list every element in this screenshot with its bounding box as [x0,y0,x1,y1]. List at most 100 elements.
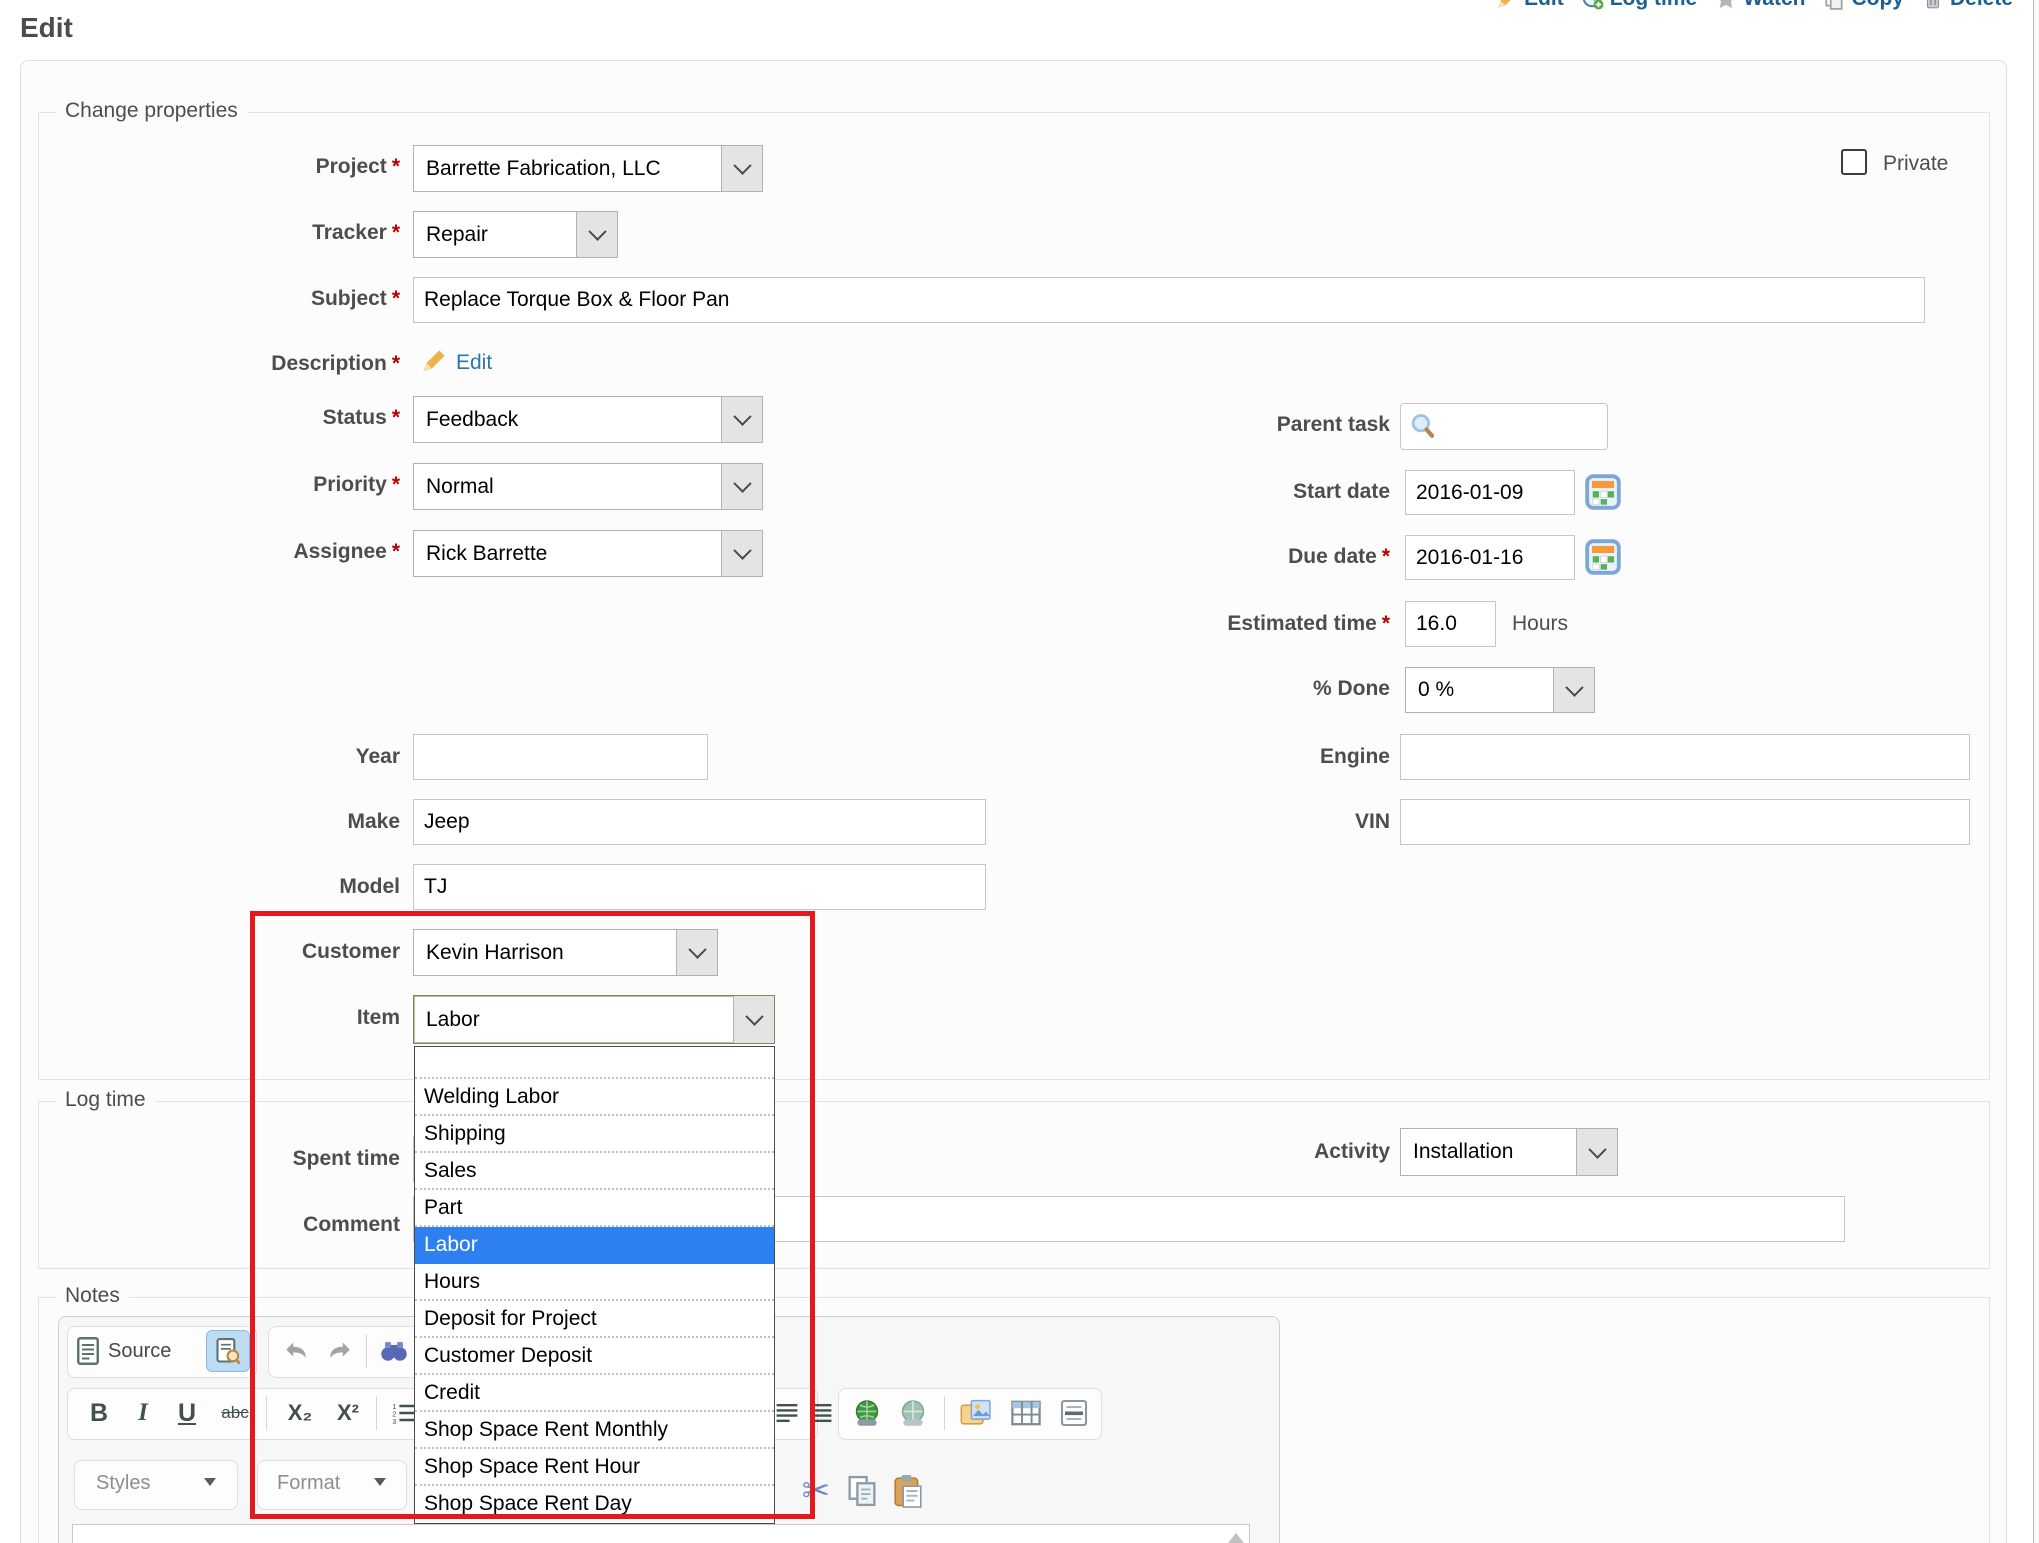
assignee-label: Assignee* [60,540,400,564]
tracker-select-value: Repair [414,212,576,257]
dropdown-option[interactable]: Shop Space Rent Monthly [415,1412,774,1449]
description-edit-link[interactable]: Edit [456,351,492,375]
justify-button[interactable] [804,1394,838,1432]
dropdown-option[interactable]: Part [415,1190,774,1227]
notes-textarea[interactable] [72,1524,1250,1543]
toolbar-separator [366,1334,367,1368]
dropdown-option[interactable]: Shop Space Rent Day [415,1486,774,1521]
source-button-label: Source [108,1340,171,1363]
status-select-value: Feedback [414,397,721,442]
item-dropdown-list: Welding Labor Shipping Sales Part Labor … [414,1046,775,1524]
status-label: Status* [60,406,400,430]
item-select[interactable]: Labor [413,995,775,1044]
priority-label: Priority* [60,473,400,497]
subject-input[interactable] [413,277,1925,323]
dropdown-option[interactable]: Credit [415,1375,774,1412]
year-input[interactable] [413,734,708,780]
source-button[interactable]: Source [76,1332,196,1370]
notes-legend: Notes [56,1284,129,1308]
dropdown-option[interactable]: Shipping [415,1116,774,1153]
make-input[interactable] [413,799,986,845]
paste-button[interactable] [888,1470,928,1512]
copy-icon [1823,0,1845,10]
dropdown-option[interactable] [415,1047,774,1079]
edit-action[interactable]: Edit [1496,0,1564,11]
redo-icon [326,1339,354,1363]
align-lines-icon [808,1400,834,1426]
chevron-down-icon [204,1478,216,1486]
find-button[interactable] [376,1334,412,1368]
chevron-down-icon [721,146,762,191]
log-time-action-label: Log time [1610,0,1698,11]
assignee-select-value: Rick Barrette [414,531,721,576]
copy-action-label: Copy [1851,0,1904,11]
strikethrough-button[interactable]: abc [212,1394,258,1432]
parent-task-label: Parent task [1000,413,1390,437]
private-checkbox[interactable] [1841,149,1867,175]
dropdown-option[interactable]: Welding Labor [415,1079,774,1116]
dropdown-option[interactable]: Shop Space Rent Hour [415,1449,774,1486]
page-scrollbar[interactable] [2033,0,2039,1543]
star-icon [1715,0,1737,10]
watch-action[interactable]: Watch [1715,0,1805,11]
percent-done-select[interactable]: 0 % [1405,667,1595,713]
horizontal-rule-button[interactable] [1052,1394,1096,1432]
link-button[interactable] [846,1394,888,1432]
project-select[interactable]: Barrette Fabrication, LLC [413,145,763,192]
blockquote-button[interactable] [770,1394,804,1432]
superscript-button[interactable]: X² [326,1394,370,1432]
table-button[interactable] [1004,1394,1048,1432]
italic-icon: I [138,1399,148,1427]
activity-select[interactable]: Installation [1400,1128,1618,1176]
change-properties-fieldset [38,112,1990,1080]
redo-button[interactable] [322,1334,358,1368]
image-button[interactable] [954,1394,998,1432]
model-input[interactable] [413,864,986,910]
copy-icon [846,1474,878,1508]
estimated-time-label: Estimated time* [1000,612,1390,636]
assignee-select[interactable]: Rick Barrette [413,530,763,577]
unlink-button[interactable] [892,1394,934,1432]
calendar-icon[interactable] [1584,473,1622,511]
customer-select[interactable]: Kevin Harrison [413,929,718,976]
due-date-input[interactable] [1405,535,1575,580]
bold-button[interactable]: B [80,1394,118,1432]
strikethrough-icon: abc [221,1403,248,1423]
description-label: Description* [60,352,400,376]
subject-label: Subject* [60,287,400,311]
preview-button[interactable] [206,1330,250,1372]
page-title: Edit [20,12,73,44]
percent-done-select-value: 0 % [1406,668,1553,712]
underline-button[interactable]: U [168,1394,206,1432]
dropdown-option-selected[interactable]: Labor [415,1227,774,1264]
scrollbar-up-icon[interactable] [1228,1533,1244,1543]
estimated-time-input[interactable] [1405,601,1496,647]
priority-select[interactable]: Normal [413,463,763,510]
copy-button[interactable] [842,1470,882,1512]
dropdown-option[interactable]: Hours [415,1264,774,1301]
item-label: Item [60,1006,400,1030]
vin-input[interactable] [1400,799,1970,845]
delete-action[interactable]: Delete [1922,0,2013,11]
status-select[interactable]: Feedback [413,396,763,443]
cut-button[interactable]: ✂ [796,1470,836,1512]
customer-label: Customer [60,940,400,964]
dropdown-option[interactable]: Deposit for Project [415,1301,774,1338]
trash-icon [1922,0,1944,10]
log-time-action[interactable]: Log time [1582,0,1698,11]
start-date-input[interactable] [1405,470,1575,515]
italic-button[interactable]: I [124,1394,162,1432]
subscript-button[interactable]: X₂ [278,1394,322,1432]
copy-action[interactable]: Copy [1823,0,1904,11]
tracker-select[interactable]: Repair [413,211,618,258]
link-globe-icon [851,1398,883,1428]
clock-add-icon [1582,0,1604,10]
calendar-icon[interactable] [1584,538,1622,576]
parent-task-input[interactable] [1400,403,1608,450]
engine-input[interactable] [1400,734,1970,780]
dropdown-option[interactable]: Customer Deposit [415,1338,774,1375]
undo-button[interactable] [278,1334,314,1368]
dropdown-option[interactable]: Sales [415,1153,774,1190]
undo-icon [282,1339,310,1363]
model-label: Model [60,875,400,899]
